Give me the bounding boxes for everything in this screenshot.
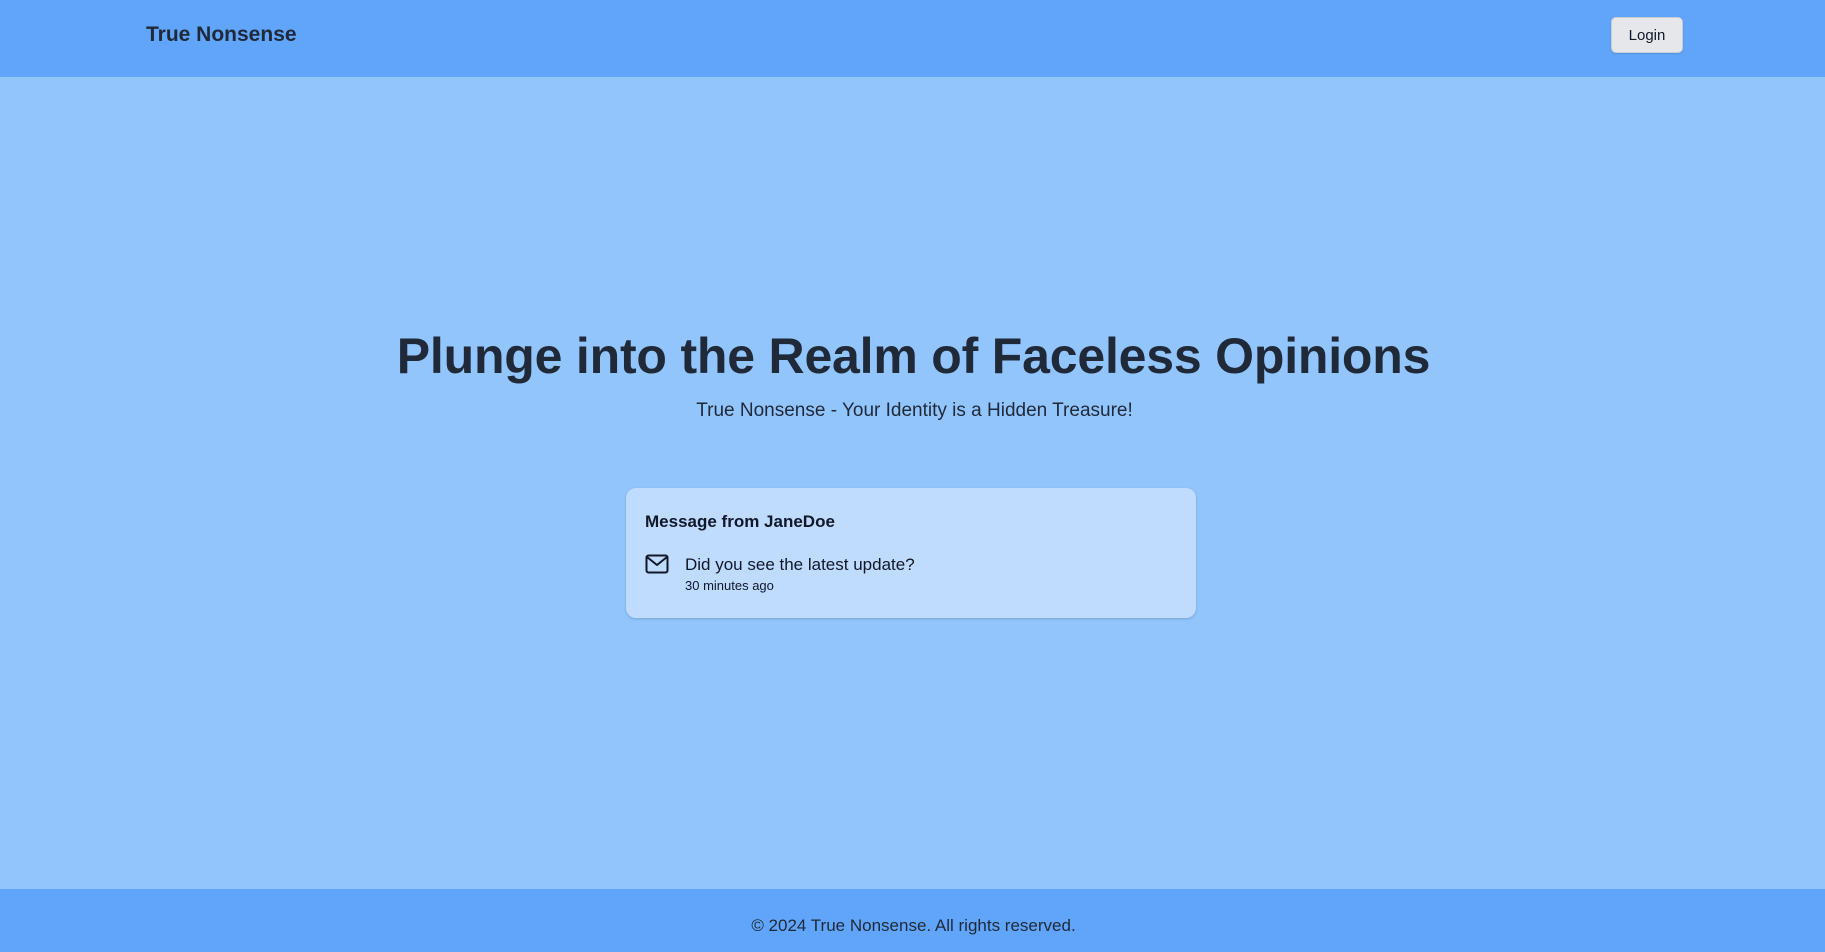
- message-card[interactable]: Message from JaneDoe Did you see the lat…: [626, 488, 1196, 618]
- brand-logo[interactable]: True Nonsense: [146, 22, 297, 48]
- message-card-title: Message from JaneDoe: [645, 512, 835, 531]
- hero-title: Plunge into the Realm of Faceless Opinio…: [396, 328, 1431, 384]
- login-button[interactable]: Login: [1611, 17, 1683, 53]
- mail-icon: [645, 554, 669, 574]
- site-footer: © 2024 True Nonsense. All rights reserve…: [0, 889, 1825, 952]
- hero-subtitle: True Nonsense - Your Identity is a Hidde…: [696, 400, 1133, 421]
- site-header: True Nonsense Login: [0, 0, 1825, 77]
- message-text: Did you see the latest update?: [685, 555, 915, 574]
- footer-copyright: © 2024 True Nonsense. All rights reserve…: [751, 916, 1076, 935]
- message-timestamp: 30 minutes ago: [685, 578, 774, 593]
